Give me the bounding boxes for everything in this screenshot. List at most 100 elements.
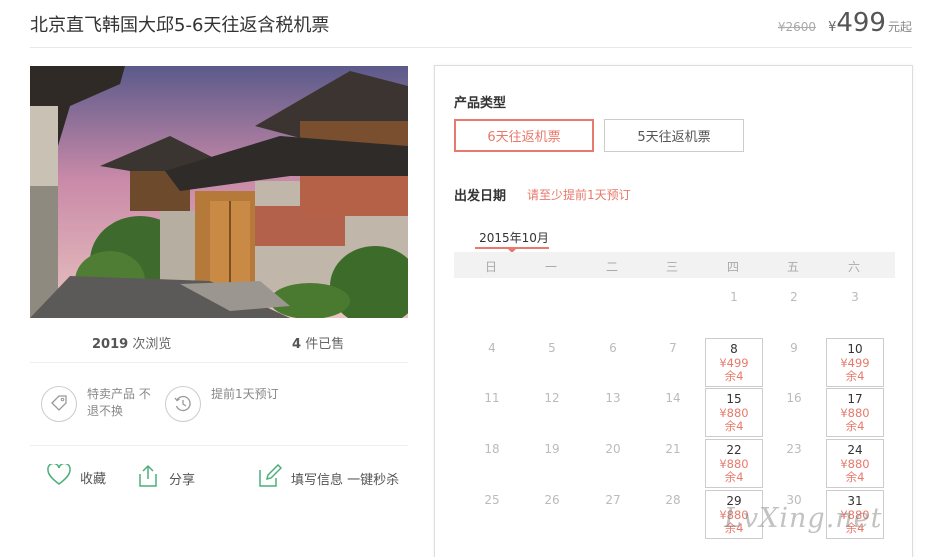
views-label: 次浏览 bbox=[132, 337, 172, 352]
date-label: 出发日期 bbox=[454, 189, 507, 204]
day-number: 3 bbox=[851, 290, 859, 304]
stats-bar: 2019 次浏览 4 件已售 bbox=[30, 333, 408, 363]
calendar-day: 25 bbox=[463, 490, 521, 539]
day-number: 14 bbox=[665, 391, 681, 405]
calendar-day: 5 bbox=[523, 338, 581, 387]
weekday-tue: 二 bbox=[605, 260, 618, 274]
share-label: 分享 bbox=[169, 472, 196, 488]
day-number: 24 bbox=[847, 443, 863, 457]
day-number: 21 bbox=[665, 442, 681, 456]
feature-list: 特卖产品 不退不换 提前1天预订 bbox=[30, 364, 408, 446]
calendar-day-available[interactable]: 15 ¥880 余4 bbox=[705, 388, 763, 437]
day-number: 10 bbox=[847, 342, 863, 356]
day-number: 22 bbox=[726, 443, 742, 457]
sold-label: 件已售 bbox=[305, 337, 345, 352]
feature-text: 提前1天预订 bbox=[211, 387, 279, 401]
day-number: 9 bbox=[790, 341, 798, 355]
calendar-day: 13 bbox=[584, 388, 642, 437]
share-icon bbox=[136, 464, 160, 492]
product-photo bbox=[30, 66, 408, 318]
day-number: 17 bbox=[847, 392, 863, 406]
calendar-day: 14 bbox=[644, 388, 702, 437]
date-hint: 请至少提前1天预订 bbox=[527, 188, 631, 202]
day-number: 15 bbox=[726, 392, 742, 406]
day-number: 5 bbox=[548, 341, 556, 355]
type-option-6day[interactable]: 6天往返机票 bbox=[454, 119, 594, 152]
calendar-day: 9 bbox=[765, 338, 823, 387]
calendar-day: 12 bbox=[523, 388, 581, 437]
day-number: 11 bbox=[484, 391, 500, 405]
calendar-day: 7 bbox=[644, 338, 702, 387]
calendar-day: 11 bbox=[463, 388, 521, 437]
weekday-sat: 六 bbox=[847, 260, 860, 274]
product-header: 北京直飞韩国大邱5-6天往返含税机票 ¥2600 ¥499 元起 bbox=[30, 0, 912, 48]
calendar-day: 16 bbox=[765, 388, 823, 437]
day-number: 1 bbox=[730, 290, 738, 304]
day-number: 12 bbox=[544, 391, 560, 405]
day-remaining: 余4 bbox=[724, 470, 744, 484]
day-number: 25 bbox=[484, 493, 500, 507]
calendar-day-available[interactable]: 24 ¥880 余4 bbox=[826, 439, 884, 488]
calendar-day: 27 bbox=[584, 490, 642, 539]
product-title: 北京直飞韩国大邱5-6天往返含税机票 bbox=[30, 15, 330, 36]
calendar-day: 28 bbox=[644, 490, 702, 539]
price-suffix: 元起 bbox=[887, 20, 912, 34]
watermark: LvXing.net bbox=[724, 503, 883, 534]
calendar-day: 18 bbox=[463, 439, 521, 488]
action-bar: 收藏 分享 填写信息 一键秒杀 bbox=[30, 446, 408, 506]
clock-history-icon bbox=[165, 386, 201, 422]
sold-stat: 4 件已售 bbox=[292, 333, 344, 352]
day-number: 20 bbox=[605, 442, 621, 456]
day-remaining: 余4 bbox=[724, 369, 744, 383]
calendar-day: 21 bbox=[644, 439, 702, 488]
day-remaining: 余4 bbox=[845, 419, 865, 433]
day-number: 7 bbox=[669, 341, 677, 355]
feature-no-refund: 特卖产品 不退不换 bbox=[41, 386, 159, 422]
calendar-day: 1 bbox=[705, 287, 763, 336]
calendar-day: 26 bbox=[523, 490, 581, 539]
fill-info-label: 填写信息 一键秒杀 bbox=[291, 472, 400, 488]
day-number: 19 bbox=[544, 442, 560, 456]
day-number: 18 bbox=[484, 442, 500, 456]
calendar-day: 3 bbox=[826, 287, 884, 336]
tag-icon bbox=[41, 386, 77, 422]
day-number: 28 bbox=[665, 493, 681, 507]
weekday-wed: 三 bbox=[665, 260, 678, 274]
weekday-fri: 五 bbox=[786, 260, 799, 274]
fill-info-button[interactable]: 填写信息 一键秒杀 bbox=[258, 463, 400, 492]
calendar-day: 23 bbox=[765, 439, 823, 488]
share-button[interactable]: 分享 bbox=[136, 464, 195, 492]
month-tab[interactable]: 2015年10月 bbox=[479, 229, 549, 246]
day-number: 27 bbox=[605, 493, 621, 507]
type-option-5day[interactable]: 5天往返机票 bbox=[604, 119, 744, 152]
views-stat: 2019 次浏览 bbox=[92, 333, 171, 352]
weekday-thu: 四 bbox=[726, 260, 739, 274]
day-number: 26 bbox=[544, 493, 560, 507]
favorite-label: 收藏 bbox=[80, 471, 107, 487]
price-box: ¥2600 ¥499 元起 bbox=[778, 8, 912, 38]
calendar-day-available[interactable]: 22 ¥880 余4 bbox=[705, 439, 763, 488]
sold-count: 4 bbox=[292, 337, 302, 352]
favorite-button[interactable]: 收藏 bbox=[47, 462, 107, 490]
calendar-day-available[interactable]: 8 ¥499 余4 bbox=[705, 338, 763, 387]
booking-panel: 产品类型 6天往返机票 5天往返机票 出发日期 请至少提前1天预订 2015年1… bbox=[434, 65, 913, 557]
product-type-label: 产品类型 bbox=[454, 96, 507, 111]
edit-icon bbox=[258, 463, 283, 492]
views-count: 2019 bbox=[92, 337, 129, 352]
feature-advance-booking: 提前1天预订 bbox=[165, 386, 283, 422]
weekday-mon: 一 bbox=[544, 260, 557, 274]
calendar-day: 4 bbox=[463, 338, 521, 387]
day-number: 6 bbox=[609, 341, 617, 355]
current-price: 499 bbox=[836, 8, 886, 38]
original-price: ¥2600 bbox=[777, 20, 817, 34]
calendar-day: 2 bbox=[765, 287, 823, 336]
calendar-day-available[interactable]: 10 ¥499 余4 bbox=[826, 338, 884, 387]
day-number: 2 bbox=[790, 290, 798, 304]
weekday-sun: 日 bbox=[484, 260, 497, 274]
calendar-day-available[interactable]: 17 ¥880 余4 bbox=[826, 388, 884, 437]
heart-icon bbox=[47, 462, 71, 490]
day-remaining: 余4 bbox=[724, 419, 744, 433]
day-number: 4 bbox=[488, 341, 496, 355]
feature-text: 特卖产品 不退不换 bbox=[87, 387, 151, 418]
day-number: 16 bbox=[786, 391, 802, 405]
